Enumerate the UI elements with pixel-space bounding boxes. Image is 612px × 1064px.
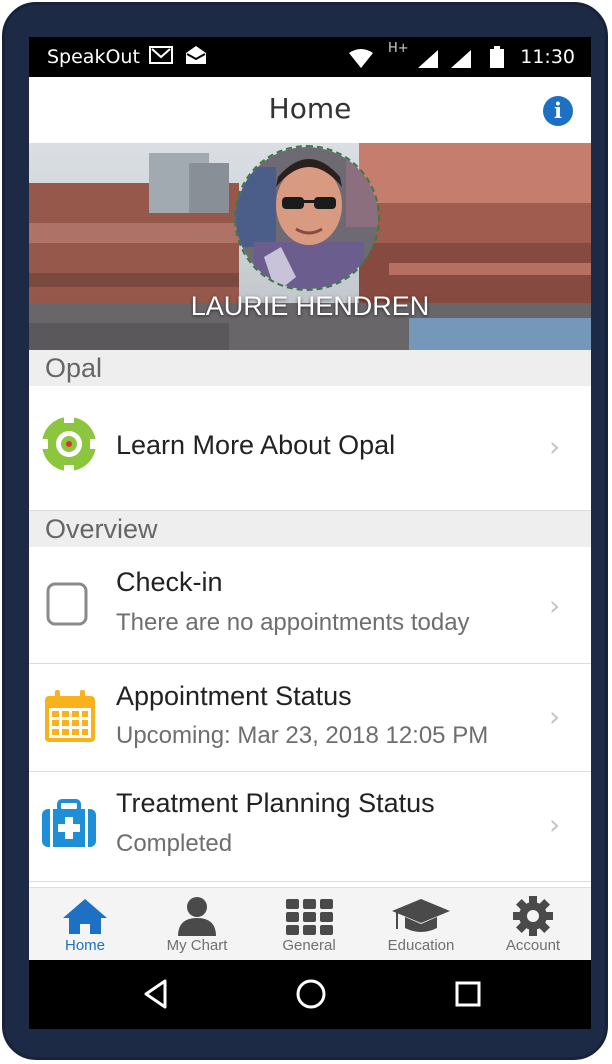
- chevron-right-icon: ›: [549, 700, 561, 733]
- list-item-treatment-planning[interactable]: Treatment Planning Status Completed ›: [29, 772, 591, 882]
- treatment-planning-value: Completed: [116, 830, 233, 857]
- clock: 11:30: [520, 46, 575, 68]
- check-in-label: Check-in: [116, 567, 223, 597]
- patient-name: LAURIE HENDREN: [190, 291, 430, 321]
- app-screen: SpeakOut H+ 11:30 Home i LAURIE HENDREN …: [29, 37, 591, 1029]
- network-type: H+: [388, 41, 409, 56]
- info-icon[interactable]: i: [543, 96, 573, 126]
- list-item-check-in[interactable]: Check-in There are no appointments today…: [29, 547, 591, 664]
- graduation-cap-icon: [392, 899, 450, 932]
- grid-icon: [286, 899, 333, 935]
- tab-account-label: Account: [505, 937, 561, 954]
- mail-icon: [186, 46, 206, 64]
- tab-education[interactable]: Education: [365, 888, 477, 961]
- section-header-overview: Overview: [29, 511, 591, 547]
- calendar-icon: [45, 690, 95, 742]
- page-title: Home: [268, 92, 352, 125]
- carrier-name: SpeakOut: [47, 46, 140, 68]
- back-icon[interactable]: [141, 978, 171, 1010]
- gear-icon: [513, 896, 553, 936]
- opal-logo-icon: [40, 415, 98, 473]
- list-item-appointment-status[interactable]: Appointment Status Upcoming: Mar 23, 201…: [29, 664, 591, 772]
- tab-home-label: Home: [64, 937, 105, 954]
- android-nav-bar: [29, 960, 591, 1029]
- app-header: Home i: [29, 77, 591, 144]
- signal-icon-2: [451, 50, 471, 68]
- person-icon: [178, 897, 216, 936]
- signal-icon: [418, 50, 438, 68]
- phone-frame: SpeakOut H+ 11:30 Home i LAURIE HENDREN …: [2, 2, 608, 1060]
- check-in-status: There are no appointments today: [116, 609, 470, 636]
- appointment-status-label: Appointment Status: [116, 681, 352, 711]
- chevron-right-icon: ›: [549, 430, 561, 463]
- status-bar: SpeakOut H+ 11:30: [29, 37, 591, 77]
- home-icon: [63, 899, 107, 934]
- chevron-right-icon: ›: [549, 808, 561, 841]
- tab-my-chart-label: My Chart: [166, 937, 228, 954]
- checkbox-icon: [46, 582, 88, 626]
- tab-my-chart[interactable]: My Chart: [141, 888, 253, 961]
- section-header-opal: Opal: [29, 350, 591, 386]
- tab-account[interactable]: Account: [477, 888, 589, 961]
- medical-kit-icon: [42, 799, 96, 847]
- tab-home[interactable]: Home: [29, 888, 141, 961]
- appointment-status-value: Upcoming: Mar 23, 2018 12:05 PM: [116, 722, 489, 749]
- avatar[interactable]: [234, 145, 380, 291]
- wifi-icon: [349, 49, 373, 68]
- profile-banner: LAURIE HENDREN: [29, 143, 591, 350]
- tab-general[interactable]: General: [253, 888, 365, 961]
- chevron-right-icon: ›: [549, 589, 561, 622]
- list-item-learn-more[interactable]: Learn More About Opal ›: [29, 386, 591, 511]
- home-button-icon[interactable]: [295, 978, 327, 1010]
- tab-general-label: General: [282, 937, 336, 954]
- gmail-icon: [149, 46, 173, 64]
- battery-icon: [490, 46, 504, 68]
- bottom-tab-bar: Home My Chart General Education Account: [29, 887, 591, 961]
- recents-icon[interactable]: [453, 978, 483, 1010]
- learn-more-label: Learn More About Opal: [116, 430, 396, 460]
- treatment-planning-label: Treatment Planning Status: [116, 788, 435, 818]
- tab-education-label: Education: [387, 937, 455, 954]
- profile-photo: [236, 147, 378, 289]
